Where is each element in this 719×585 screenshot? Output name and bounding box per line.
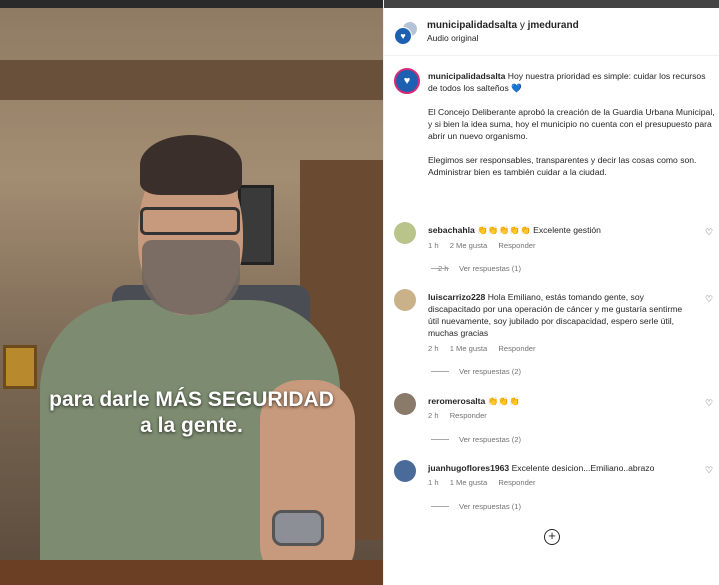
heart-logo-icon[interactable]: ♥: [394, 68, 420, 94]
browser-strip: [0, 0, 383, 8]
caption-text: municipalidadsalta Hoy nuestra prioridad…: [428, 70, 716, 178]
divider-line: [431, 439, 449, 440]
view-replies-label[interactable]: Ver respuestas (2): [459, 367, 521, 376]
desk: [0, 560, 383, 585]
background-religious-icon: [3, 345, 37, 389]
subtitle-line-2: a la gente.: [140, 414, 243, 437]
divider-line: [431, 268, 449, 269]
comment-time: 2 h: [428, 411, 439, 420]
reply-button[interactable]: Responder: [498, 344, 535, 353]
person-hair: [140, 135, 242, 195]
comment-username[interactable]: juanhugoflores1963: [428, 463, 509, 473]
caption-para-3a: Elegimos ser responsables, transparentes…: [428, 155, 697, 165]
comment-time: 1 h: [428, 478, 439, 487]
header-user-1[interactable]: municipalidadsalta: [427, 20, 517, 31]
heart-icon[interactable]: ♡: [704, 398, 714, 408]
caption-username[interactable]: municipalidadsalta: [428, 71, 505, 81]
avatar[interactable]: [394, 222, 416, 244]
comment-text: sebachahla 👏👏👏👏👏 Excelente gestión: [428, 224, 693, 236]
view-replies-button[interactable]: Ver respuestas (2): [431, 367, 521, 376]
header-user-2[interactable]: jmedurand: [528, 20, 579, 31]
reply-button[interactable]: Responder: [498, 241, 535, 250]
background-shelf: [0, 60, 383, 100]
header-separator: y: [519, 20, 525, 31]
comment-meta: 1 h 2 Me gusta Responder: [428, 241, 545, 250]
view-replies-button[interactable]: Ver respuestas (1): [431, 502, 521, 511]
comment-time: 2 h: [428, 344, 439, 353]
comment-likes[interactable]: 1 Me gusta: [450, 478, 488, 487]
comment-item: sebachahla 👏👏👏👏👏 Excelente gestión ♡ 1 h…: [394, 222, 714, 282]
plus-circle-icon[interactable]: +: [544, 529, 560, 545]
comment-likes[interactable]: 1 Me gusta: [450, 344, 488, 353]
wristwatch: [272, 510, 324, 546]
comment-item: luiscarrizo228 Hola Emiliano, estás toma…: [394, 289, 714, 353]
comment-body: 👏👏👏: [487, 396, 520, 406]
collab-title: municipalidadsalta y jmedurand: [427, 20, 579, 31]
comment-text: luiscarrizo228 Hola Emiliano, estás toma…: [428, 291, 693, 339]
heart-icon[interactable]: ♡: [704, 294, 714, 304]
reply-button[interactable]: Responder: [498, 478, 535, 487]
heart-logo-icon[interactable]: ♥: [394, 27, 412, 45]
avatar[interactable]: [394, 289, 416, 311]
view-replies-label[interactable]: Ver respuestas (1): [459, 264, 521, 273]
comment-username[interactable]: reromerosalta: [428, 396, 485, 406]
view-replies-button[interactable]: Ver respuestas (1): [431, 264, 521, 273]
comment-meta: 2 h 1 Me gusta Responder: [428, 344, 545, 353]
view-replies-label[interactable]: Ver respuestas (2): [459, 435, 521, 444]
post-side-panel: ♥ municipalidadsalta y jmedurand Audio o…: [383, 0, 719, 585]
divider-line: [431, 371, 449, 372]
person-glasses: [140, 207, 240, 235]
heart-icon[interactable]: ♡: [704, 227, 714, 237]
video-subtitle: para darle MÁS SEGURIDAD a la gente.: [0, 387, 383, 439]
view-replies-label[interactable]: Ver respuestas (1): [459, 502, 521, 511]
comment-time: 1 h: [428, 241, 439, 250]
reel-video[interactable]: para darle MÁS SEGURIDAD a la gente.: [0, 0, 383, 585]
person-beard: [142, 240, 240, 315]
browser-strip-right: [384, 0, 719, 8]
comment-text: juanhugoflores1963 Excelente desicion...…: [428, 462, 693, 474]
post-header: ♥ municipalidadsalta y jmedurand Audio o…: [384, 8, 719, 56]
avatar[interactable]: [394, 393, 416, 415]
subtitle-line-1: para darle MÁS SEGURIDAD: [49, 388, 334, 411]
comment-username[interactable]: sebachahla: [428, 225, 475, 235]
comment-item: juanhugoflores1963 Excelente desicion...…: [394, 460, 714, 490]
comment-meta: 1 h 1 Me gusta Responder: [428, 478, 545, 487]
avatar[interactable]: [394, 460, 416, 482]
comment-meta: 2 h Responder: [428, 411, 496, 420]
background-picture-frame: [238, 185, 274, 265]
reply-button[interactable]: Responder: [450, 411, 487, 420]
comment-text: reromerosalta 👏👏👏: [428, 395, 693, 407]
caption-para-2: El Concejo Deliberante aprobó la creació…: [428, 107, 715, 141]
caption-para-3b: Administrar bien es también cuidar a la …: [428, 167, 607, 177]
comment-body: 👏👏👏👏👏 Excelente gestión: [477, 225, 601, 235]
comment-body: Excelente desicion...Emiliano..abrazo: [511, 463, 655, 473]
heart-icon[interactable]: ♡: [704, 465, 714, 475]
divider-line: [431, 506, 449, 507]
collab-avatars[interactable]: ♥: [394, 21, 418, 45]
view-replies-button[interactable]: Ver respuestas (2): [431, 435, 521, 444]
audio-link[interactable]: Audio original: [427, 33, 479, 43]
comment-likes[interactable]: 2 Me gusta: [450, 241, 488, 250]
comment-item: reromerosalta 👏👏👏 ♡ 2 h Responder: [394, 393, 714, 423]
comment-username[interactable]: luiscarrizo228: [428, 292, 485, 302]
